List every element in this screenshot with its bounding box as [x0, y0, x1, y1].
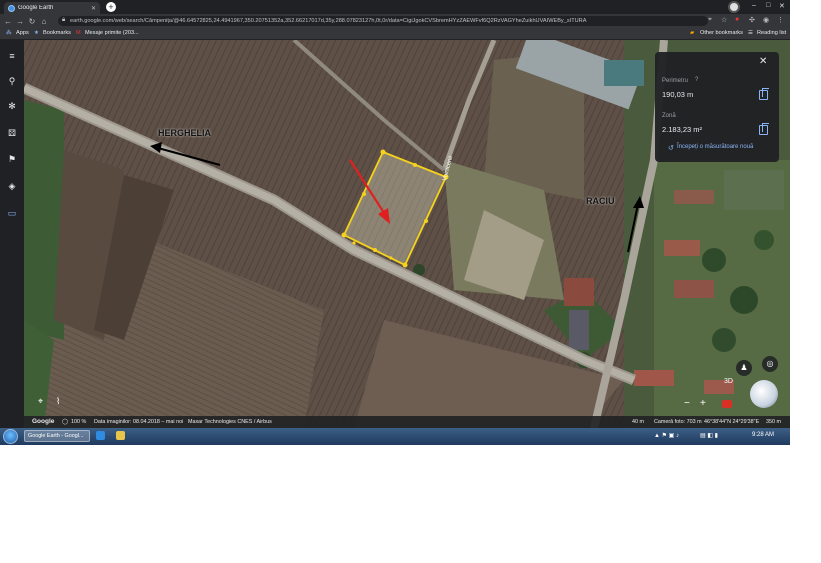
- kebab-menu-icon[interactable]: ⋮: [777, 16, 784, 24]
- my-location-icon[interactable]: ◎: [762, 356, 778, 372]
- bookmark-inbox[interactable]: Mesaje primite (203...: [85, 30, 139, 36]
- earth-side-rail: ≡ ⚲ ✻ ⚄ ⚑ ◈ ▭: [0, 40, 24, 428]
- forward-arrow-icon[interactable]: →: [14, 17, 26, 26]
- star-icon[interactable]: ☆: [721, 16, 727, 24]
- tab-close-icon[interactable]: ✕: [91, 5, 96, 12]
- chrome-icon[interactable]: [116, 431, 125, 440]
- path-icon[interactable]: ⌇: [56, 396, 60, 407]
- zoom-out-button[interactable]: −: [684, 398, 690, 409]
- location-pin-icon[interactable]: ⌖: [38, 396, 43, 407]
- dice-icon[interactable]: ⚄: [6, 127, 18, 139]
- reload-icon[interactable]: ↻: [26, 17, 38, 26]
- close-window-button[interactable]: ✕: [779, 2, 785, 10]
- zoom-percent[interactable]: 100 %: [71, 419, 86, 425]
- url-input[interactable]: earth.google.com/web/search/Câmpenița/@4…: [58, 16, 708, 26]
- back-arrow-icon[interactable]: ←: [2, 17, 14, 26]
- new-tab-button[interactable]: +: [106, 2, 116, 12]
- perimeter-value[interactable]: 190,03 m: [662, 90, 693, 99]
- tab-bar: Google Earth ✕ + – □ ✕: [0, 0, 790, 14]
- elevation: 350 m: [766, 419, 781, 425]
- bookmark-star-icon: ★: [34, 30, 40, 36]
- screen: Google Earth ✕ + – □ ✕ ← → ↻ ⌂ earth.goo…: [0, 0, 790, 445]
- menu-icon[interactable]: ≡: [6, 50, 18, 62]
- reading-list[interactable]: Reading list: [757, 30, 786, 36]
- address-bar-row: ← → ↻ ⌂ earth.google.com/web/search/Câmp…: [0, 14, 790, 28]
- pegman-icon[interactable]: ♟: [736, 360, 752, 376]
- area-label: Zonă: [662, 113, 676, 119]
- maximize-button[interactable]: □: [766, 2, 770, 9]
- close-panel-icon[interactable]: ✕: [759, 56, 767, 67]
- taskbar-chrome-window[interactable]: Google Earth - Googl...: [24, 430, 90, 442]
- tab-google-earth[interactable]: Google Earth ✕: [4, 2, 100, 14]
- profile-avatar[interactable]: [728, 1, 740, 13]
- zoom-circle-icon: ◯: [62, 419, 69, 425]
- restart-icon: ↺: [668, 145, 674, 152]
- taskbar-clock[interactable]: 9:28 AM: [752, 432, 774, 438]
- other-bookmarks[interactable]: Other bookmarks: [700, 30, 743, 36]
- imagery-credits[interactable]: Maxar Technologies CNES / Airbus: [188, 419, 272, 425]
- projects-icon[interactable]: ⚑: [6, 153, 18, 165]
- new-measurement-button[interactable]: Începeți o măsurătoare nouă: [677, 144, 753, 150]
- bookmark-bookmarks[interactable]: Bookmarks: [43, 30, 71, 36]
- start-button[interactable]: [3, 429, 18, 444]
- image-date: Data imaginilor: 08.04.2018 – mai noi: [94, 419, 184, 425]
- area-value[interactable]: 2.183,23 m²: [662, 125, 702, 134]
- extension-adblock-icon[interactable]: ●: [735, 16, 739, 23]
- bookmarks-bar: ⁂ Apps ★ Bookmarks M Mesaje primite (203…: [0, 28, 790, 40]
- globe-compass[interactable]: [750, 380, 778, 408]
- windows-taskbar: Google Earth - Googl... ▲ ⚑ ▣ ♪ ▤ ◧ ▮ 9:…: [0, 428, 790, 445]
- tray-icons[interactable]: ▲ ⚑ ▣ ♪: [654, 432, 679, 439]
- zoom-in-button[interactable]: +: [700, 398, 706, 409]
- label-herghelia: HERGHELIA: [158, 128, 212, 138]
- bookmark-apps[interactable]: Apps: [16, 30, 29, 36]
- 3d-toggle[interactable]: 3D: [724, 378, 733, 385]
- profile-icon[interactable]: ◉: [763, 16, 769, 24]
- puzzle-icon[interactable]: ✣: [749, 16, 755, 24]
- google-logo: Google: [32, 418, 55, 425]
- coordinates: 46°38'44"N 24°29'38"E: [704, 419, 760, 425]
- reading-list-icon: ☰: [748, 30, 754, 36]
- home-icon[interactable]: ⌂: [38, 17, 50, 26]
- lock-icon[interactable]: 🔒︎: [62, 17, 65, 24]
- google-earth-favicon-icon: [8, 4, 15, 12]
- street-view-icon[interactable]: [722, 400, 732, 408]
- voyager-icon[interactable]: ✻: [6, 100, 18, 112]
- tray-network-icon[interactable]: ▤ ◧ ▮: [700, 432, 718, 439]
- layers-icon[interactable]: ◈: [6, 180, 18, 192]
- camera-altitude: Cameră foto: 703 m: [654, 419, 702, 425]
- search-icon[interactable]: ⚲: [6, 75, 18, 87]
- apps-grid-icon[interactable]: ⁂: [6, 30, 12, 36]
- location-icon[interactable]: ⌖: [708, 16, 712, 24]
- scale-label: 40 m: [632, 419, 644, 425]
- perimeter-label: Perimetru: [662, 78, 689, 84]
- ie-icon[interactable]: [96, 431, 105, 440]
- measure-icon[interactable]: ▭: [6, 207, 18, 219]
- tab-title: Google Earth: [18, 5, 54, 11]
- gmail-icon: M: [76, 30, 81, 36]
- measure-panel: ✕ Perimetru ? 190,03 m Zonă 2.183,23 m² …: [655, 52, 779, 162]
- status-bar: Google ◯ 100 % Data imaginilor: 08.04.20…: [24, 416, 790, 428]
- minimize-button[interactable]: –: [752, 2, 756, 9]
- copy-area-icon[interactable]: [759, 123, 769, 135]
- label-raciu: RACIU: [586, 196, 615, 206]
- folder-icon: ▰: [690, 30, 695, 36]
- copy-perimeter-icon[interactable]: [759, 88, 769, 100]
- help-icon[interactable]: ?: [695, 77, 698, 83]
